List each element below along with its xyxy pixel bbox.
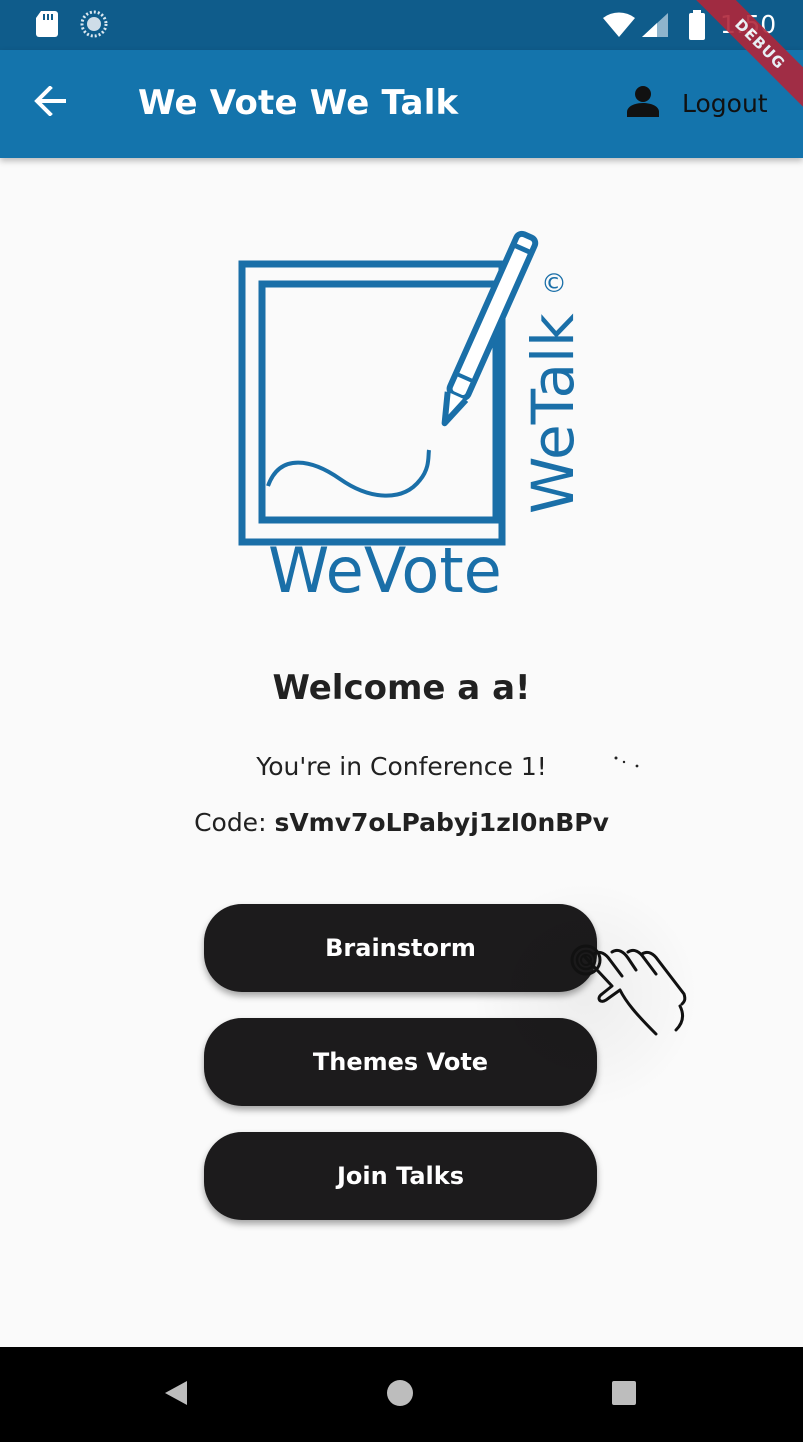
nav-recents-icon bbox=[609, 1378, 639, 1412]
logo-wevote-text: WeVote bbox=[268, 534, 502, 604]
logo-copyright: © bbox=[541, 269, 567, 299]
screen-specks bbox=[612, 754, 642, 770]
cellular-signal-icon bbox=[641, 12, 669, 42]
status-bar: 1:50 bbox=[0, 0, 803, 50]
person-icon bbox=[626, 84, 660, 122]
nav-back-button[interactable] bbox=[158, 1377, 194, 1413]
nav-home-button[interactable] bbox=[382, 1377, 418, 1413]
app-bar: We Vote We Talk Logout bbox=[0, 50, 803, 158]
code-label: Code: bbox=[194, 808, 275, 837]
themes-vote-label: Themes Vote bbox=[312, 1048, 489, 1076]
system-nav-bar bbox=[0, 1347, 803, 1442]
sd-card-icon bbox=[35, 10, 59, 42]
arrow-back-icon bbox=[34, 85, 68, 120]
sync-icon bbox=[80, 10, 108, 42]
code-value: sVmv7oLPabyj1zI0nBPv bbox=[274, 808, 609, 837]
welcome-heading: Welcome a a! bbox=[272, 668, 531, 708]
back-button[interactable] bbox=[26, 78, 76, 128]
join-talks-button[interactable]: Join Talks bbox=[204, 1132, 597, 1220]
nav-back-icon bbox=[161, 1378, 191, 1412]
brainstorm-label: Brainstorm bbox=[325, 934, 476, 962]
join-talks-label: Join Talks bbox=[336, 1162, 465, 1190]
conference-text: You're in Conference 1! bbox=[256, 752, 547, 781]
battery-icon bbox=[688, 10, 706, 44]
hand-pointer-icon bbox=[560, 930, 700, 1050]
logout-button[interactable]: Logout bbox=[626, 80, 768, 126]
app-logo: WeTalk © WeVote bbox=[228, 224, 588, 607]
wifi-icon bbox=[602, 12, 636, 42]
logout-label: Logout bbox=[682, 88, 768, 118]
screen: 1:50 We Vote We Talk Logout DEBUG bbox=[0, 0, 803, 1442]
conference-code: Code: sVmv7oLPabyj1zI0nBPv bbox=[0, 808, 803, 837]
nav-home-icon bbox=[385, 1378, 415, 1412]
logo-wetalk-text: WeTalk bbox=[519, 313, 587, 514]
nav-recents-button[interactable] bbox=[606, 1377, 642, 1413]
app-title: We Vote We Talk bbox=[138, 83, 459, 123]
